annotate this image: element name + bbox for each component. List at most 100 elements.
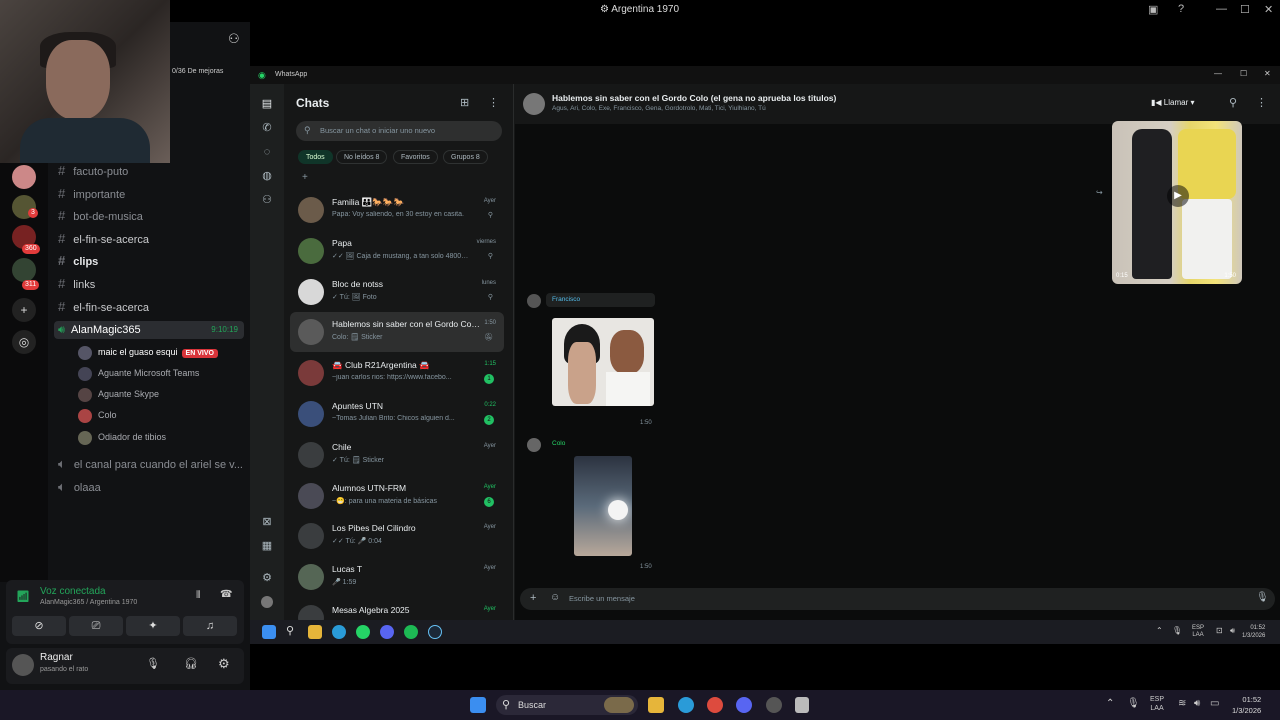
chat-list-item[interactable]: Alumnos UTN-FRM ~😁: para una materia de b… (290, 476, 504, 516)
edge-icon[interactable] (332, 625, 346, 639)
spotify-icon[interactable] (404, 625, 418, 639)
minimize-button[interactable]: — (1216, 3, 1227, 15)
video-message[interactable]: ▶ 0:15 1:50 (1112, 121, 1242, 284)
channels-icon[interactable]: ◍ (261, 170, 273, 182)
language-indicator[interactable]: ESP LAA (1150, 695, 1164, 713)
soundboard-button[interactable]: ♫ (183, 616, 237, 636)
voice-channel-item[interactable]: 🔈︎ olaaa (58, 478, 243, 496)
maximize-button[interactable]: ☐ (1240, 3, 1250, 16)
volume-icon[interactable]: 🔊︎ (1194, 698, 1200, 709)
notepad-icon[interactable] (795, 697, 809, 713)
disconnect-icon[interactable]: ☎ (220, 589, 232, 600)
minimize-button[interactable]: — (1214, 69, 1222, 78)
chat-list-item[interactable]: Hablemos sin saber con el Gordo Col... Co… (290, 312, 504, 353)
explore-icon[interactable]: ◎ (12, 330, 36, 354)
voice-user[interactable]: Colo (78, 407, 243, 423)
call-button[interactable]: ▮◀ Llamar ▾ (1151, 98, 1195, 107)
taskbar-search[interactable]: ⚲ Buscar (496, 695, 638, 715)
headphones-icon[interactable]: 🎧︎ (184, 657, 198, 670)
server-icon[interactable] (12, 165, 36, 189)
filter-groups[interactable]: Grupos 8 (443, 150, 488, 164)
whatsapp-icon[interactable] (356, 625, 370, 639)
voice-user[interactable]: Aguante Microsoft Teams (78, 365, 243, 381)
clock[interactable]: 01:52 1/3/2026 (1242, 624, 1265, 640)
settings-gear-icon[interactable]: ⚙ (218, 656, 230, 672)
status-icon[interactable]: ◌ (261, 146, 273, 158)
new-chat-icon[interactable]: ⊞ (460, 96, 469, 109)
chat-list-item[interactable]: Papa ✓✓ 🖼 Caja de mustang, a tan solo 480… (290, 231, 504, 271)
avatar[interactable] (12, 654, 34, 676)
calls-icon[interactable]: ✆ (261, 122, 273, 134)
screen-share-button[interactable]: ⎚ (69, 616, 123, 636)
channel-item[interactable]: # links (58, 275, 243, 293)
voice-user[interactable]: Odiador de tibios (78, 429, 243, 445)
menu-dots-icon[interactable]: ⋮ (1256, 96, 1267, 109)
add-server-icon[interactable]: + (12, 298, 36, 322)
sticker-message[interactable] (574, 456, 632, 556)
tray-overflow-icon[interactable]: ⌃ (1106, 698, 1114, 709)
channel-item[interactable]: # bot-de-musica (58, 207, 243, 225)
file-explorer-icon[interactable] (648, 697, 664, 713)
profile-avatar[interactable] (261, 596, 273, 608)
media-icon[interactable]: ▦ (261, 540, 273, 552)
forward-icon[interactable]: ↪ (1096, 188, 1103, 197)
microphone-icon[interactable]: 🎙︎ (1172, 626, 1182, 635)
chats-icon[interactable]: ▤ (261, 98, 273, 110)
chat-list-item[interactable]: Los Pibes Del Cilindro ✓✓ Tú: 🎤 0:04 Ayer (290, 516, 504, 556)
sender-avatar[interactable] (527, 294, 541, 308)
maximize-button[interactable]: ☐ (1240, 69, 1247, 78)
filter-unread[interactable]: No leídos 8 (336, 150, 388, 164)
chat-list-item[interactable]: 🚘 Club R21Argentina 🚘 ~juan carlos rios: … (290, 353, 504, 393)
chat-list-item[interactable]: Apuntes UTN ~Tomas Julian Brito: Chicos a… (290, 394, 504, 434)
start-icon[interactable] (262, 625, 276, 639)
settings-gear-icon[interactable]: ⚙ (261, 572, 273, 584)
microphone-icon[interactable]: 🎙︎ (1127, 698, 1140, 709)
conversation-header[interactable]: Hablemos sin saber con el Gordo Colo (el… (515, 84, 1280, 124)
edge-icon[interactable] (678, 697, 694, 713)
chat-list-item[interactable]: Chile ✓ Tú: 🗒 Sticker Ayer (290, 435, 504, 475)
voice-user[interactable]: maic el guaso esqui EN VIVO (78, 344, 243, 360)
search-icon[interactable]: ⚲ (286, 624, 294, 637)
wifi-icon[interactable]: ≋ (1178, 698, 1186, 709)
message-composer[interactable]: + ☺ Escribe un mensaje 🎙︎ (520, 588, 1275, 610)
network-icon[interactable]: ⊡ (1216, 626, 1223, 635)
camera-off-button[interactable]: ⊘ (12, 616, 66, 636)
communities-icon[interactable]: ⚇ (261, 194, 273, 206)
tray-overflow-icon[interactable]: ⌃ (1156, 626, 1163, 635)
channel-item[interactable]: # facuto-puto (58, 162, 243, 180)
close-button[interactable]: ✕ (1264, 69, 1271, 78)
file-explorer-icon[interactable] (308, 625, 322, 639)
inbox-icon[interactable]: ▣ (1148, 3, 1158, 16)
attach-plus-icon[interactable]: + (530, 592, 536, 604)
sticker-message[interactable] (552, 318, 654, 406)
add-friend-icon[interactable]: ⚇ (228, 31, 240, 47)
sender-avatar[interactable] (527, 438, 541, 452)
add-filter-icon[interactable]: + (302, 172, 308, 183)
help-icon[interactable]: ? (1178, 3, 1184, 15)
start-icon[interactable] (470, 697, 486, 713)
server-icon[interactable] (12, 258, 36, 282)
discord-icon[interactable] (736, 697, 752, 713)
filter-all[interactable]: Todos (298, 150, 333, 164)
microphone-icon[interactable]: 🎙︎ (146, 657, 160, 670)
microphone-icon[interactable]: 🎙︎ (1256, 592, 1269, 603)
obs-icon[interactable] (766, 697, 782, 713)
chrome-icon[interactable] (707, 697, 723, 713)
chat-list-item[interactable]: Bloc de notss ✓ Tú: 🖼 Foto lunes ⚲ (290, 272, 504, 312)
voice-channel-active[interactable]: 🔊︎ AlanMagic365 9:10:19 (54, 321, 244, 339)
filter-favorites[interactable]: Favoritos (393, 150, 438, 164)
menu-dots-icon[interactable]: ⋮ (488, 96, 499, 109)
activities-button[interactable]: ✦ (126, 616, 180, 636)
channel-item[interactable]: # el-fin-se-acerca (58, 298, 243, 316)
chat-list-item[interactable]: Lucas T 🎤 1:59 Ayer (290, 557, 504, 597)
clock[interactable]: 01:52 1/3/2026 (1232, 694, 1261, 716)
search-icon[interactable]: ⚲ (1229, 96, 1237, 109)
channel-item[interactable]: # el-fin-se-acerca (58, 230, 243, 248)
voice-channel-item[interactable]: 🔈︎ el canal para cuando el ariel se v... (58, 455, 243, 473)
group-avatar[interactable] (523, 93, 545, 115)
search-input[interactable]: ⚲ Buscar un chat o iniciar uno nuevo (296, 121, 502, 141)
message-input[interactable]: Escribe un mensaje (569, 594, 635, 603)
language-indicator[interactable]: ESP LAA (1192, 625, 1204, 639)
discord-icon[interactable] (380, 625, 394, 639)
battery-icon[interactable]: ▭ (1210, 698, 1219, 709)
